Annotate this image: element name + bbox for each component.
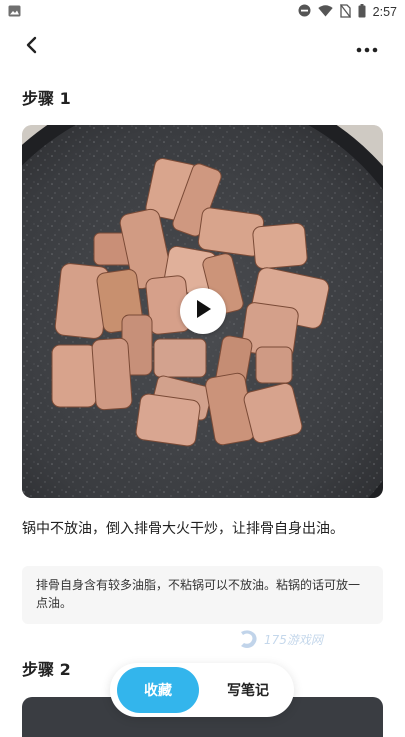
watermark-logo: 175游戏网: [238, 628, 323, 650]
watermark-text: 175游戏网: [264, 632, 323, 647]
top-nav: [0, 28, 405, 64]
write-note-button[interactable]: 写笔记: [210, 667, 286, 713]
more-horizontal-icon: [356, 38, 378, 57]
play-icon: [193, 298, 213, 324]
wifi-icon: [317, 4, 333, 20]
status-time: 2:57: [372, 5, 397, 19]
back-button[interactable]: [18, 33, 46, 61]
step-description: 锅中不放油，倒入排骨大火干炒，让排骨自身出油。: [22, 521, 344, 537]
do-not-disturb-icon: [298, 4, 311, 20]
favorite-button[interactable]: 收藏: [117, 667, 199, 713]
action-bar: 收藏 写笔记: [110, 663, 294, 717]
step-title: 步骤 2: [22, 660, 71, 679]
no-sim-icon: [339, 3, 351, 21]
status-bar: 2:57: [0, 0, 405, 24]
chevron-left-icon: [25, 36, 39, 58]
more-button[interactable]: [353, 33, 381, 61]
watermark-icon: [241, 630, 257, 648]
battery-icon: [358, 3, 366, 21]
step-tip: 排骨自身含有较多油脂，不粘锅可以不放油。粘锅的话可放一点油。: [22, 566, 383, 624]
image-icon: [8, 5, 21, 20]
play-button[interactable]: [180, 288, 226, 334]
step-title: 步骤 1: [22, 89, 71, 108]
